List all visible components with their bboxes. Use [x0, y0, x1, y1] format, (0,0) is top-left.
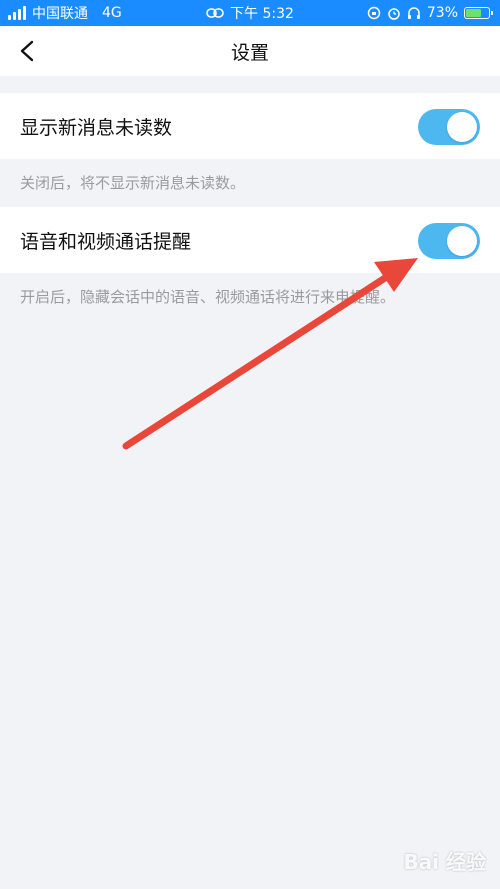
annotation-arrow	[122, 258, 418, 450]
watermark-logo: Bai 经验	[403, 850, 486, 874]
